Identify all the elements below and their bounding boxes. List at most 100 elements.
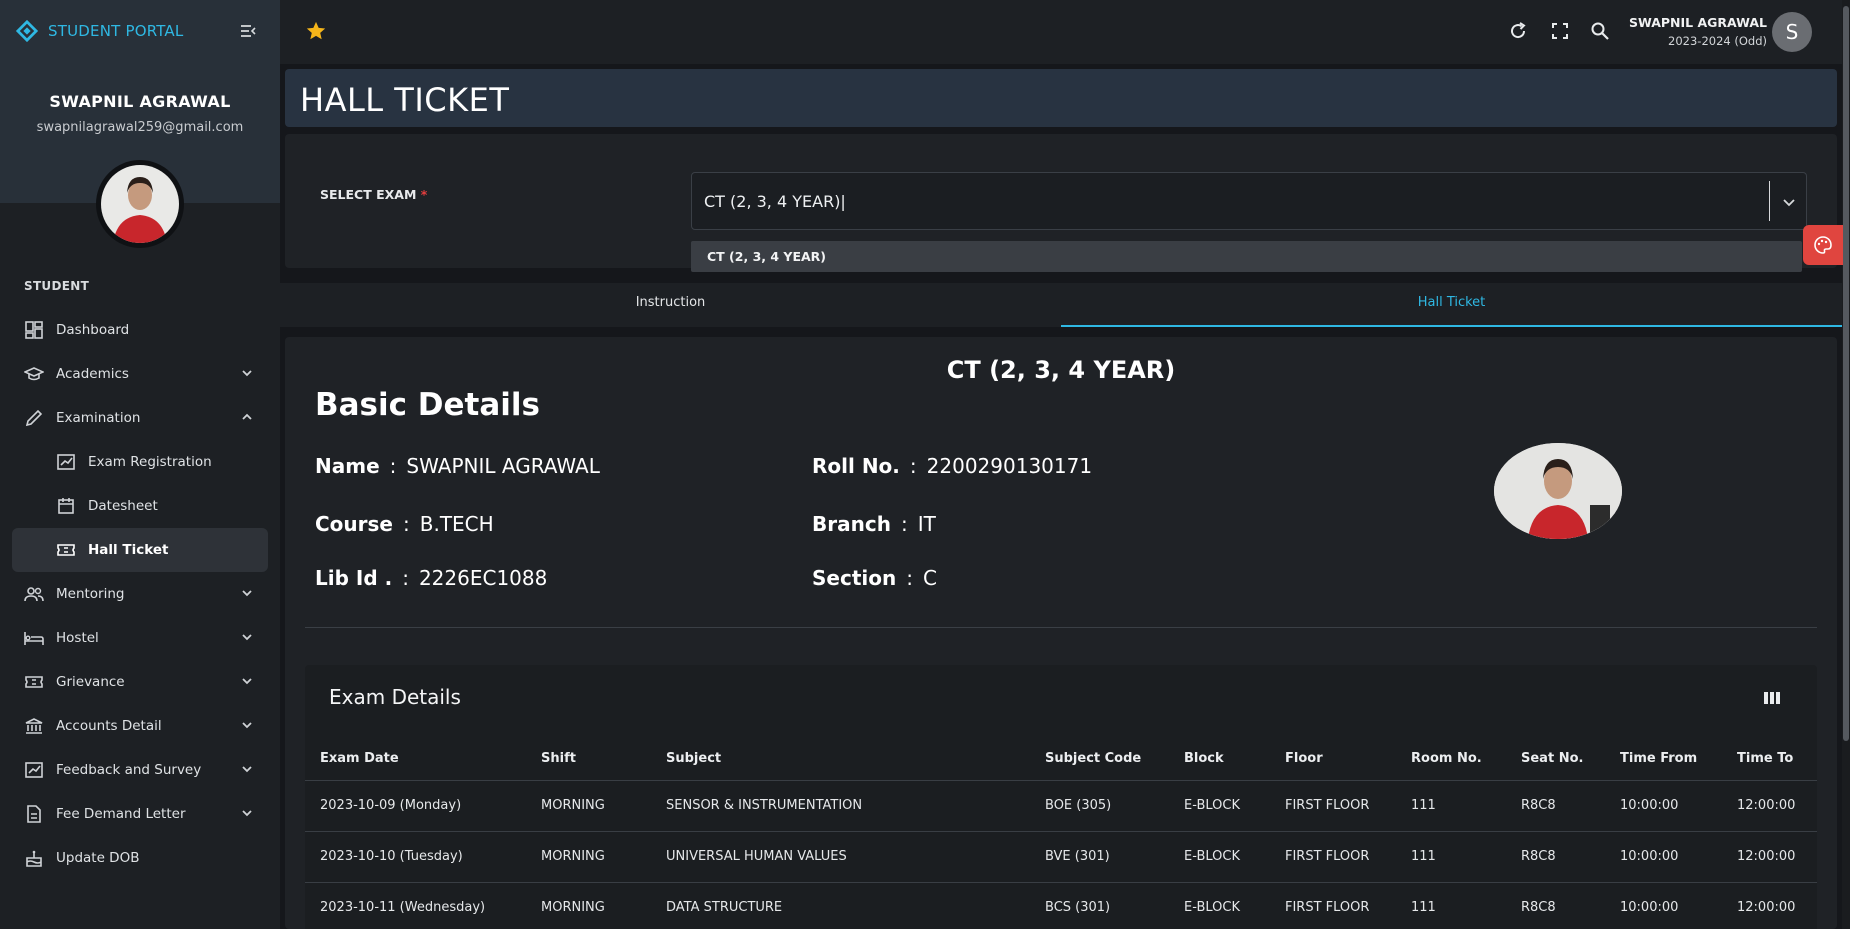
table-cell: 111 xyxy=(1396,831,1506,883)
chevron-down-icon xyxy=(242,678,252,685)
table-cell: FIRST FLOOR xyxy=(1270,831,1396,883)
chevron-down-icon xyxy=(242,766,252,773)
table-row: 2023-10-09 (Monday) MORNING SENSOR & INS… xyxy=(305,780,1817,832)
sidebar-item-datesheet[interactable]: Datesheet xyxy=(12,484,268,528)
field-key: Branch xyxy=(812,512,891,536)
sidebar-item-hall-ticket[interactable]: Hall Ticket xyxy=(12,528,268,572)
collapse-sidebar-icon[interactable] xyxy=(238,21,258,41)
fullscreen-icon[interactable] xyxy=(1550,21,1570,41)
field-roll-no: Roll No.:2200290130171 xyxy=(812,454,1092,478)
sidebar-item-academics[interactable]: Academics xyxy=(12,352,268,396)
field-value: B.TECH xyxy=(419,512,494,536)
table-cell: 111 xyxy=(1396,780,1506,832)
table-header-row: Exam Date Shift Subject Subject Code Blo… xyxy=(305,737,1817,781)
column-header[interactable]: Time From xyxy=(1605,737,1722,781)
field-course: Course: B.TECH xyxy=(315,512,494,536)
exam-heading: CT (2, 3, 4 YEAR) xyxy=(946,356,1176,384)
sidebar-item-label: Academics xyxy=(56,366,129,382)
tab-instruction[interactable]: Instruction xyxy=(280,283,1061,327)
table-cell: BVE (301) xyxy=(1030,831,1169,883)
columns-icon[interactable] xyxy=(1763,691,1781,705)
table-cell: MORNING xyxy=(526,831,651,883)
table-cell: E-BLOCK xyxy=(1169,780,1270,832)
chevron-up-icon xyxy=(242,413,252,420)
required-mark: * xyxy=(420,187,428,202)
bed-icon xyxy=(24,628,44,648)
sidebar-item-label: Update DOB xyxy=(56,850,140,866)
column-header[interactable]: Seat No. xyxy=(1506,737,1605,781)
sidebar-item-label: Hall Ticket xyxy=(88,542,169,558)
search-icon[interactable] xyxy=(1590,21,1610,41)
field-section: Section: C xyxy=(812,566,937,590)
field-key: Roll No. xyxy=(812,454,900,478)
column-header[interactable]: Floor xyxy=(1270,737,1396,781)
table-cell: BOE (305) xyxy=(1030,780,1169,832)
field-branch: Branch: IT xyxy=(812,512,936,536)
exam-details-card: Exam Details Exam Date Shift Subject Sub… xyxy=(305,665,1817,929)
column-header[interactable]: Room No. xyxy=(1396,737,1506,781)
hall-ticket-panel: CT (2, 3, 4 YEAR) Basic Details Name: SWA… xyxy=(285,337,1837,929)
table-cell: E-BLOCK xyxy=(1169,882,1270,929)
table-cell: 12:00:00 xyxy=(1722,780,1817,832)
theme-palette-button[interactable] xyxy=(1803,225,1843,265)
sidebar-item-fee-demand-letter[interactable]: Fee Demand Letter xyxy=(12,792,268,836)
field-value: SWAPNIL AGRAWAL xyxy=(406,454,600,478)
table-cell: 12:00:00 xyxy=(1722,831,1817,883)
table-cell: 12:00:00 xyxy=(1722,882,1817,929)
column-header[interactable]: Subject xyxy=(651,737,1030,781)
sidebar-item-update-dob[interactable]: Update DOB xyxy=(12,836,268,880)
sidebar-item-mentoring[interactable]: Mentoring xyxy=(12,572,268,616)
tab-hall-ticket[interactable]: Hall Ticket xyxy=(1061,283,1842,327)
table-cell: R8C8 xyxy=(1506,831,1605,883)
table-cell: SENSOR & INSTRUMENTATION xyxy=(651,780,1030,832)
table-cell: FIRST FLOOR xyxy=(1270,882,1396,929)
ticket-icon xyxy=(56,540,76,560)
column-header[interactable]: Block xyxy=(1169,737,1270,781)
ticket-icon xyxy=(24,672,44,692)
exam-select-value: CT (2, 3, 4 YEAR)| xyxy=(704,192,846,211)
column-header[interactable]: Time To xyxy=(1722,737,1817,781)
feedback-icon xyxy=(24,760,44,780)
select-exam-label-text: SELECT EXAM xyxy=(320,187,417,202)
sidebar-item-exam-registration[interactable]: Exam Registration xyxy=(12,440,268,484)
field-name: Name: SWAPNIL AGRAWAL xyxy=(315,454,600,478)
user-avatar[interactable]: S xyxy=(1772,12,1812,52)
people-icon xyxy=(24,584,44,604)
exam-option-label: CT (2, 3, 4 YEAR) xyxy=(707,249,827,264)
sidebar-item-label: Feedback and Survey xyxy=(56,762,202,778)
column-header[interactable]: Exam Date xyxy=(305,737,526,781)
refresh-icon[interactable] xyxy=(1508,21,1528,41)
table-cell: FIRST FLOOR xyxy=(1270,780,1396,832)
select-separator xyxy=(1769,181,1770,221)
sidebar-item-label: Exam Registration xyxy=(88,454,212,470)
field-key: Name xyxy=(315,454,380,478)
sidebar-avatar xyxy=(96,160,184,248)
chart-icon xyxy=(56,452,76,472)
sidebar-item-feedback-and-survey[interactable]: Feedback and Survey xyxy=(12,748,268,792)
dashboard-icon xyxy=(24,320,44,340)
exam-dropdown-option[interactable]: CT (2, 3, 4 YEAR) xyxy=(691,241,1802,272)
sidebar-item-accounts-detail[interactable]: Accounts Detail xyxy=(12,704,268,748)
sidebar: STUDENT PORTAL SWAPNIL AGRAWAL swapnilag… xyxy=(0,0,280,929)
chevron-down-icon xyxy=(242,722,252,729)
palette-icon xyxy=(1814,236,1832,254)
sidebar-item-examination[interactable]: Examination xyxy=(12,396,268,440)
document-icon xyxy=(24,804,44,824)
sidebar-item-label: Examination xyxy=(56,410,141,426)
topbar-user-name[interactable]: SWAPNIL AGRAWAL xyxy=(1629,15,1767,30)
star-icon[interactable] xyxy=(305,20,327,42)
chevron-down-icon[interactable] xyxy=(1780,193,1798,211)
column-header[interactable]: Subject Code xyxy=(1030,737,1169,781)
sidebar-item-grievance[interactable]: Grievance xyxy=(12,660,268,704)
sidebar-item-dashboard[interactable]: Dashboard xyxy=(12,308,268,352)
sidebar-item-hostel[interactable]: Hostel xyxy=(12,616,268,660)
tab-bar: Instruction Hall Ticket xyxy=(280,283,1842,327)
academic-term: 2023-2024 (Odd) xyxy=(1668,34,1767,48)
field-key: Section xyxy=(812,566,897,590)
column-header[interactable]: Shift xyxy=(526,737,651,781)
exam-select-input[interactable]: CT (2, 3, 4 YEAR)| xyxy=(691,172,1807,230)
select-exam-label: SELECT EXAM * xyxy=(320,187,427,202)
pencil-icon xyxy=(24,408,44,428)
page-scrollbar-thumb[interactable] xyxy=(1843,6,1849,741)
brand[interactable]: STUDENT PORTAL xyxy=(16,20,183,42)
